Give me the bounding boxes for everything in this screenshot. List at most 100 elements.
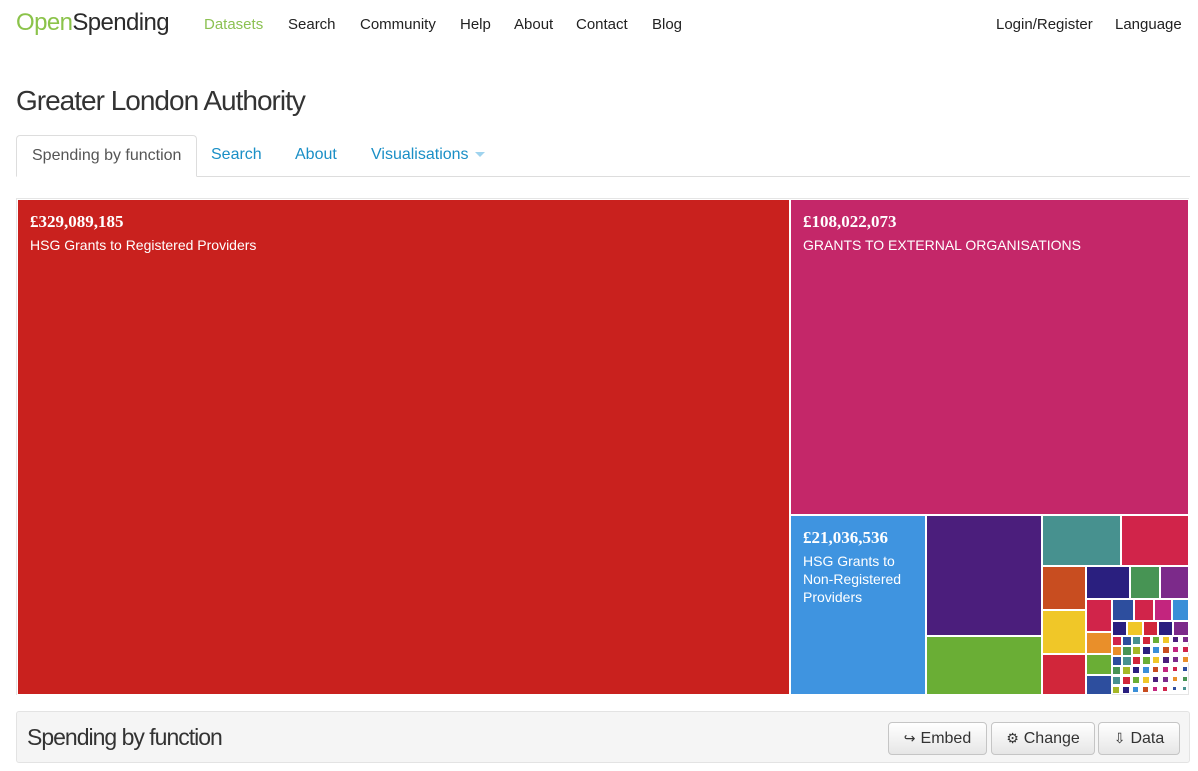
treemap-tile-small[interactable]: [1086, 632, 1112, 654]
treemap-tile-tiny[interactable]: [1122, 646, 1132, 656]
treemap-tile-small[interactable]: [1042, 566, 1086, 610]
treemap-tile-tiny[interactable]: [1112, 636, 1122, 646]
treemap-tile-grants-external-orgs[interactable]: £108,022,073 GRANTS TO EXTERNAL ORGANISA…: [790, 199, 1189, 515]
treemap-tile-small[interactable]: [1158, 621, 1173, 636]
treemap-tile-tiny[interactable]: [1142, 686, 1149, 693]
treemap-tile-small[interactable]: [1112, 599, 1134, 621]
opensspending-logo[interactable]: OpenSpending: [16, 9, 170, 37]
treemap-tile-hsg-grants-registered[interactable]: £329,089,185 HSG Grants to Registered Pr…: [17, 199, 790, 695]
treemap-tile-small[interactable]: [1134, 599, 1154, 621]
treemap-tile-tiny[interactable]: [1122, 676, 1131, 685]
nav-login-register[interactable]: Login/Register: [996, 16, 1093, 34]
change-button[interactable]: ⚙ Change: [991, 722, 1095, 755]
treemap-tile-tiny[interactable]: [1172, 656, 1179, 663]
treemap-tile-tiny[interactable]: [1152, 676, 1159, 683]
treemap-tile-small[interactable]: [1121, 515, 1189, 566]
treemap-tile-small[interactable]: [1086, 654, 1112, 675]
treemap-tile-tiny[interactable]: [1112, 666, 1121, 675]
nav-blog[interactable]: Blog: [652, 16, 682, 34]
treemap-tile-tiny[interactable]: [1172, 676, 1178, 682]
nav-help[interactable]: Help: [460, 16, 491, 34]
treemap-tile-tiny[interactable]: [1132, 646, 1141, 655]
treemap-tile-tiny[interactable]: [1122, 656, 1132, 666]
treemap-tile-tiny[interactable]: [1162, 666, 1169, 673]
treemap-tile-tiny[interactable]: [1122, 686, 1130, 694]
treemap-tile-tiny[interactable]: [1132, 656, 1141, 665]
treemap-tile-small[interactable]: [1143, 621, 1158, 636]
treemap-tile-tiny[interactable]: [1112, 646, 1122, 656]
treemap-tile-tiny[interactable]: [1172, 686, 1177, 691]
treemap-tile-tiny[interactable]: [1182, 646, 1189, 653]
treemap-tile-small[interactable]: [1130, 566, 1160, 599]
nav-search[interactable]: Search: [288, 16, 336, 34]
treemap-tile-small[interactable]: [1086, 675, 1112, 695]
treemap-tile-small[interactable]: [1042, 654, 1086, 695]
data-button[interactable]: ⇩ Data: [1098, 722, 1180, 755]
treemap-tile-tiny[interactable]: [1122, 636, 1132, 646]
treemap-tile-tiny[interactable]: [1152, 636, 1160, 644]
tab-about[interactable]: About: [295, 135, 337, 175]
treemap-tile-tiny[interactable]: [1132, 666, 1140, 674]
treemap-tile-tiny[interactable]: [1142, 646, 1151, 655]
treemap-tile-tiny[interactable]: [1162, 686, 1168, 692]
tile-amount: £329,089,185: [30, 212, 124, 231]
treemap-tile-small[interactable]: [1154, 599, 1172, 621]
treemap-tile-tiny[interactable]: [1162, 646, 1170, 654]
treemap-tile-tiny[interactable]: [1152, 666, 1159, 673]
treemap-tile-tiny[interactable]: [1142, 666, 1150, 674]
treemap-tile-small[interactable]: [1172, 599, 1189, 621]
treemap-tile-tiny[interactable]: [1182, 676, 1188, 682]
treemap-tile-tiny[interactable]: [1182, 656, 1189, 663]
treemap-tile-tiny[interactable]: [1112, 656, 1122, 666]
caret-down-icon: [474, 152, 485, 158]
tab-search[interactable]: Search: [211, 135, 262, 175]
treemap-tile-small[interactable]: [926, 636, 1042, 695]
nav-language[interactable]: Language: [1115, 16, 1182, 34]
tab-visualisations-label: Visualisations: [371, 146, 469, 163]
treemap-tile-small[interactable]: [1160, 566, 1189, 599]
treemap-tile-tiny[interactable]: [1162, 676, 1169, 683]
treemap-tile-tiny[interactable]: [1182, 636, 1189, 643]
embed-button[interactable]: ↪ Embed: [888, 722, 987, 755]
nav-datasets[interactable]: Datasets: [204, 16, 263, 34]
treemap-tile-small[interactable]: [926, 515, 1042, 636]
treemap-tile-tiny[interactable]: [1132, 676, 1140, 684]
treemap-tile-tiny[interactable]: [1142, 636, 1151, 645]
tile-label: GRANTS TO EXTERNAL ORGANISATIONS: [803, 237, 1081, 253]
treemap-tile-tiny[interactable]: [1162, 636, 1170, 644]
treemap-tile-tiny[interactable]: [1142, 656, 1151, 665]
treemap-tile-tiny[interactable]: [1132, 636, 1141, 645]
nav-about[interactable]: About: [514, 16, 553, 34]
treemap-tile-tiny[interactable]: [1152, 646, 1160, 654]
treemap-tile-tiny[interactable]: [1142, 676, 1150, 684]
treemap-tile-small[interactable]: [1086, 566, 1130, 599]
treemap-tile-tiny[interactable]: [1162, 656, 1170, 664]
treemap-tile-tiny[interactable]: [1182, 666, 1188, 672]
treemap-tile-small[interactable]: [1112, 621, 1127, 636]
visualisation-toolbar: Spending by function ↪ Embed ⚙ Change ⇩ Dat…: [16, 711, 1190, 763]
treemap-tile-tiny[interactable]: [1172, 646, 1179, 653]
tile-amount: £108,022,073: [803, 212, 897, 231]
page-title: Greater London Authority: [16, 85, 306, 116]
treemap-tile-tiny[interactable]: [1112, 676, 1121, 685]
top-navbar: OpenSpending Datasets Search Community H…: [0, 0, 1198, 50]
treemap-tile-tiny[interactable]: [1112, 686, 1120, 694]
tab-spending-by-function[interactable]: Spending by function: [16, 135, 198, 177]
treemap-tile-small[interactable]: [1127, 621, 1143, 636]
treemap-tile-tiny[interactable]: [1152, 656, 1160, 664]
treemap-tile-small[interactable]: [1086, 599, 1112, 632]
treemap-tile-tiny[interactable]: [1182, 686, 1187, 691]
treemap-tile-tiny[interactable]: [1152, 686, 1158, 692]
treemap-tile-tiny[interactable]: [1172, 636, 1179, 643]
nav-contact[interactable]: Contact: [576, 16, 628, 34]
treemap-tile-tiny[interactable]: [1132, 686, 1139, 693]
treemap-tile-small[interactable]: [1173, 621, 1189, 636]
tab-visualisations[interactable]: Visualisations: [371, 135, 485, 175]
treemap-tile-small[interactable]: [1042, 610, 1086, 654]
treemap-tile-hsg-grants-non-registered[interactable]: £21,036,536 HSG Grants to Non-Registered…: [790, 515, 926, 695]
share-icon: ↪: [903, 730, 916, 746]
treemap-tile-tiny[interactable]: [1172, 666, 1178, 672]
treemap-tile-small[interactable]: [1042, 515, 1121, 566]
nav-community[interactable]: Community: [360, 16, 436, 34]
treemap-tile-tiny[interactable]: [1122, 666, 1131, 675]
